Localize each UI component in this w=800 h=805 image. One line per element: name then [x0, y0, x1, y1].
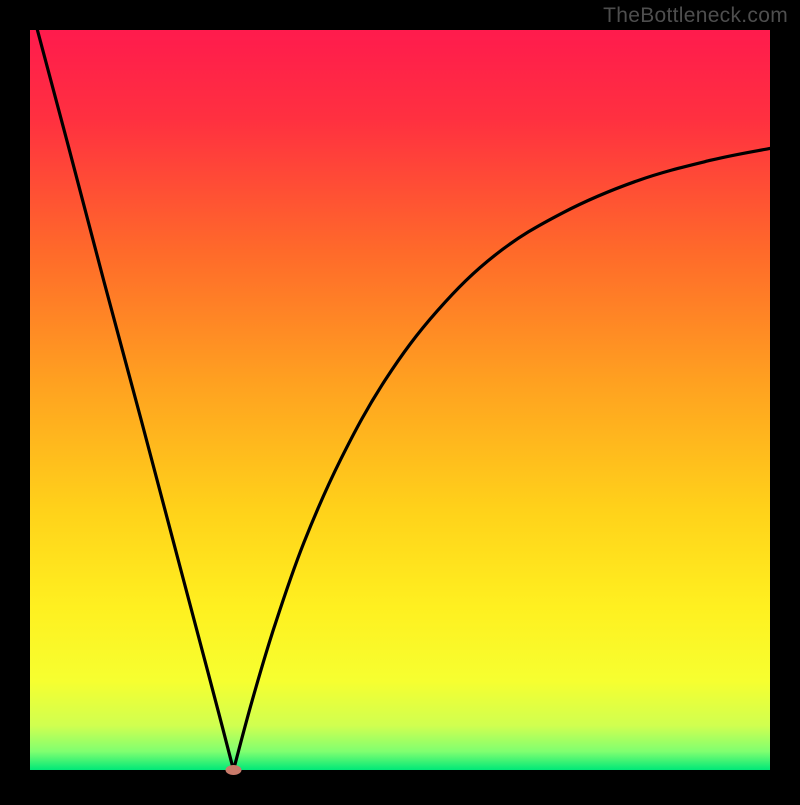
plot-background: [30, 30, 770, 770]
minimum-marker: [226, 765, 242, 775]
watermark-text: TheBottleneck.com: [603, 4, 788, 28]
chart-container: TheBottleneck.com: [0, 0, 800, 800]
bottleneck-chart: [0, 0, 800, 800]
